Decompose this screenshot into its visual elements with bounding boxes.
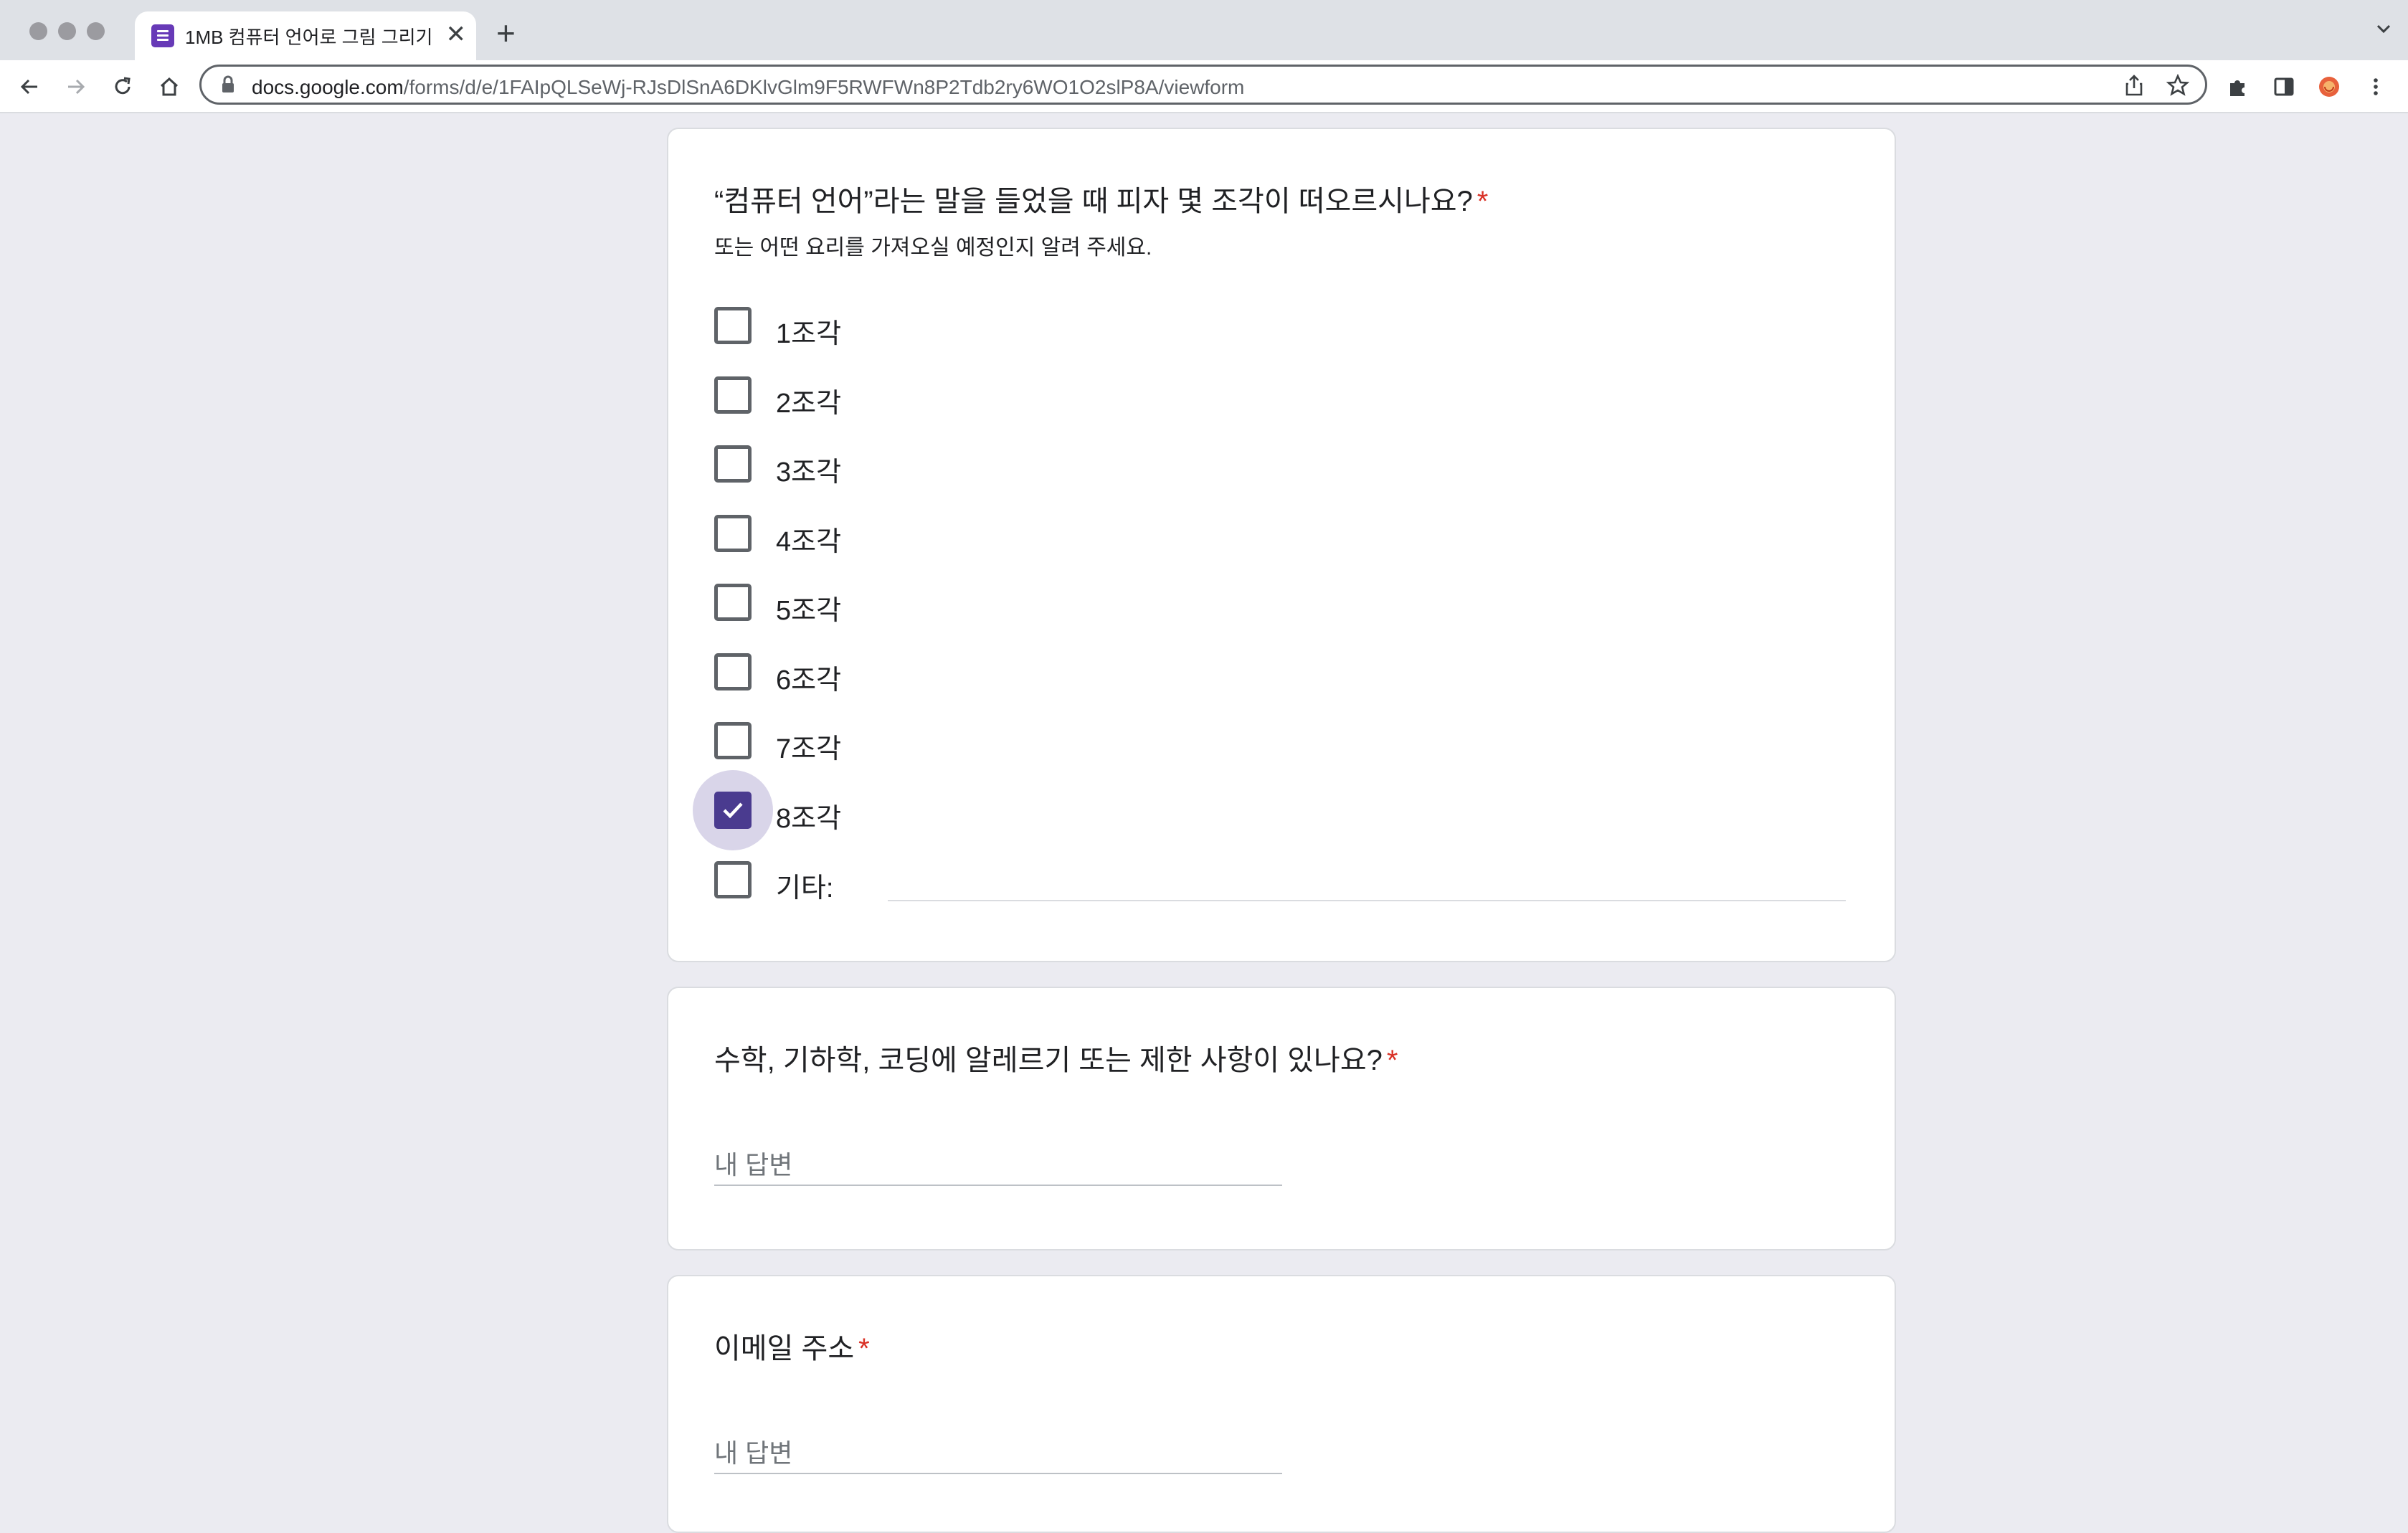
question-title: “컴퓨터 언어”라는 말을 들었을 때 피자 몇 조각이 떠오르시나요? * (714, 178, 1488, 219)
bookmark-star-icon[interactable] (2166, 74, 2189, 97)
back-icon[interactable] (17, 75, 42, 99)
checkbox-option-2[interactable]: 2조각 (714, 374, 1862, 419)
checkbox[interactable] (714, 445, 752, 483)
checkbox[interactable] (714, 584, 752, 621)
tab-close-button[interactable]: ✕ (446, 20, 467, 49)
checkbox-option-1[interactable]: 1조각 (714, 304, 1862, 349)
checkmark-icon (723, 802, 743, 819)
question-title-text: 수학, 기하학, 코딩에 알레르기 또는 제한 사항이 있나요? (714, 1045, 1383, 1076)
checkbox-option-7[interactable]: 7조각 (714, 719, 1862, 764)
question-title-text: “컴퓨터 언어”라는 말을 들었을 때 피자 몇 조각이 떠오르시나요? (714, 186, 1473, 217)
pizza-question-card: “컴퓨터 언어”라는 말을 들었을 때 피자 몇 조각이 떠오르시나요? * 또는… (667, 128, 1896, 962)
option-label: 5조각 (776, 596, 842, 626)
other-option-label: 기타: (776, 873, 834, 903)
tab-strip: 1MB 컴퓨터 언어로 그림 그리기 ✕ + (0, 0, 2408, 60)
checkbox-option-6[interactable]: 6조각 (714, 650, 1862, 696)
required-asterisk: * (1386, 1045, 1398, 1076)
share-icon[interactable] (2123, 74, 2145, 97)
answer-placeholder: 내 답변 (714, 1150, 793, 1180)
allergy-answer-input[interactable]: 내 답변 (714, 1136, 1282, 1186)
lock-icon[interactable] (220, 75, 236, 94)
home-icon[interactable] (157, 75, 181, 99)
checkbox-option-other[interactable]: 기타: (714, 858, 1862, 903)
question-title-text: 이메일 주소 (714, 1333, 855, 1364)
option-label: 7조각 (776, 734, 842, 764)
input-underline (714, 1473, 1282, 1474)
browser-toolbar: docs.google.com/forms/d/e/1FAIpQLSeWj-RJ… (0, 60, 2408, 113)
option-label: 1조각 (776, 319, 842, 349)
url-host: docs.google.com (252, 76, 404, 98)
checkbox-option-8[interactable]: 8조각 (693, 770, 1862, 850)
url-text[interactable]: docs.google.com/forms/d/e/1FAIpQLSeWj-RJ… (252, 76, 1244, 99)
google-forms-icon (151, 24, 174, 47)
close-window-button[interactable] (29, 22, 47, 40)
tab-search-chevron-icon[interactable] (2374, 19, 2394, 39)
email-answer-input[interactable]: 내 답변 (714, 1424, 1282, 1474)
checkbox[interactable] (714, 307, 752, 344)
checkbox-checked[interactable] (714, 792, 752, 829)
browser-menu-icon[interactable] (2364, 75, 2388, 99)
checkbox[interactable] (714, 722, 752, 759)
zoom-window-button[interactable] (87, 22, 105, 40)
checkbox-option-5[interactable]: 5조각 (714, 581, 1862, 626)
email-question-card: 이메일 주소 * 내 답변 (667, 1275, 1896, 1533)
tab-title: 1MB 컴퓨터 언어로 그림 그리기 (185, 27, 433, 48)
minimize-window-button[interactable] (58, 22, 76, 40)
allergy-question-card: 수학, 기하학, 코딩에 알레르기 또는 제한 사항이 있나요? * 내 답변 (667, 987, 1896, 1250)
profile-avatar-icon[interactable] (2317, 75, 2341, 99)
question-description: 또는 어떤 요리를 가져오실 예정인지 알려 주세요. (714, 236, 1152, 260)
url-path: /forms/d/e/1FAIpQLSeWj-RJsDlSnA6DKlvGlm9… (403, 76, 1245, 98)
address-bar[interactable]: docs.google.com/forms/d/e/1FAIpQLSeWj-RJ… (199, 65, 2207, 105)
checkbox[interactable] (714, 515, 752, 552)
question-title: 수학, 기하학, 코딩에 알레르기 또는 제한 사항이 있나요? * (714, 1037, 1398, 1078)
checkbox[interactable] (714, 376, 752, 414)
extensions-puzzle-icon[interactable] (2226, 75, 2250, 99)
required-asterisk: * (1476, 186, 1489, 217)
side-panel-icon[interactable] (2272, 75, 2296, 99)
checkbox-option-3[interactable]: 3조각 (714, 442, 1862, 488)
required-asterisk: * (858, 1333, 870, 1364)
answer-placeholder: 내 답변 (714, 1438, 793, 1468)
forward-icon[interactable] (64, 75, 88, 99)
browser-tab[interactable]: 1MB 컴퓨터 언어로 그림 그리기 ✕ (135, 11, 476, 60)
new-tab-button[interactable]: + (496, 14, 516, 52)
option-label: 3조각 (776, 457, 842, 488)
option-label: 2조각 (776, 389, 842, 419)
option-label: 4조각 (776, 527, 842, 557)
checkbox[interactable] (714, 861, 752, 898)
checkbox-option-4[interactable]: 4조각 (714, 512, 1862, 557)
reload-icon[interactable] (110, 75, 135, 99)
input-underline (714, 1185, 1282, 1186)
checkbox[interactable] (714, 653, 752, 690)
question-title: 이메일 주소 * (714, 1325, 870, 1367)
other-text-input[interactable] (888, 900, 1846, 901)
option-label: 6조각 (776, 665, 842, 696)
option-label: 8조각 (776, 804, 842, 834)
